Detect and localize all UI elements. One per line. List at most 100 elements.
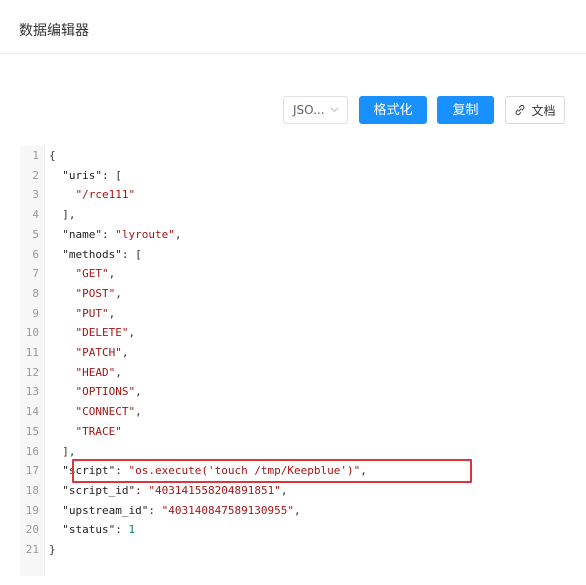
code-line: 7 "GET", [20,264,580,284]
docs-button-label: 文档 [531,104,556,118]
code-line: 5 "name": "lyroute", [20,225,580,245]
json-code-editor[interactable]: 1{2 "uris": [3 "/rce111" 4 ], 5 "name": "l… [20,146,580,576]
json-punct [49,425,76,438]
json-string: "PUT" [75,306,109,320]
code-text: ], [49,442,76,462]
json-punct [49,346,76,359]
code-line: 3 "/rce111" [20,185,580,205]
json-punct [49,484,62,497]
json-string: "DELETE" [75,326,129,340]
json-punct [49,228,62,241]
json-string: "PATCH" [75,346,122,359]
json-punct: , [115,286,122,300]
json-punct: , [294,503,301,517]
json-punct: { [49,149,56,162]
code-text: "upstream_id": "403140847589130955", [49,501,301,521]
line-number: 14 [25,405,39,419]
code-line: 17 "script": "os.execute('touch /tmp/Kee… [20,461,580,481]
format-select[interactable]: JSO... [283,96,348,124]
code-text: "script": "os.execute('touch /tmp/Keepbl… [49,461,367,481]
line-number: 3 [32,188,39,202]
line-number: 7 [32,267,39,281]
json-key: "script" [62,464,116,478]
code-line: 11 "PATCH", [20,343,580,363]
json-punct [49,523,62,536]
code-line: 20 "status": 1 [20,520,580,540]
json-punct: : [ [121,247,142,261]
json-punct [49,188,76,201]
copy-button[interactable]: 复制 [437,96,494,124]
code-text: "TRACE" [49,422,122,442]
json-string: "HEAD" [75,365,116,379]
json-key: "name" [62,227,102,241]
json-punct [49,464,62,477]
code-line: 9 "PUT", [20,304,580,324]
code-text: "PATCH", [49,343,129,363]
json-punct [49,504,62,517]
json-punct: : [115,523,129,537]
line-number: 21 [25,543,39,556]
json-punct [49,169,62,182]
json-string: "lyroute" [115,227,175,241]
code-line: 8 "POST", [20,284,580,304]
json-punct: : [102,227,116,241]
code-line: 4 ], [20,205,580,225]
json-punct: : [135,483,149,497]
code-line: 15 "TRACE" [20,422,580,442]
json-punct: , [128,326,136,340]
code-text: { [49,146,56,166]
json-punct: , [121,346,129,359]
json-number: 1 [128,523,136,537]
json-punct [49,326,76,339]
json-punct: } [49,543,56,556]
json-string: "GET" [75,267,109,281]
json-punct: , [280,483,288,497]
line-number: 13 [25,385,39,399]
code-text: "POST", [49,284,122,304]
docs-button[interactable]: 文档 [505,96,565,124]
json-punct: ], [49,208,76,222]
json-punct [49,248,62,261]
chevron-down-icon [330,107,339,113]
code-text: "name": "lyroute", [49,225,181,245]
json-punct [49,267,76,280]
code-text: "script_id": "403141558204891851", [49,481,287,501]
json-string: "403140847589130955" [161,503,295,517]
json-punct: , [108,306,116,320]
code-line: 13 "OPTIONS", [20,382,580,402]
json-punct: , [174,227,182,241]
editor-toolbar: JSO... 格式化 复制 文档 [0,96,586,124]
line-number: 1 [32,149,39,162]
json-punct: : [ [102,168,122,182]
json-punct: : [115,464,129,478]
json-punct [49,405,76,418]
code-line: 21} [20,540,580,560]
json-string: "POST" [75,286,116,300]
link-icon [516,104,525,116]
json-string: "CONNECT" [75,405,136,419]
json-punct: ], [49,444,76,458]
code-text: ], [49,205,76,225]
line-number: 18 [25,483,39,497]
format-button[interactable]: 格式化 [359,96,427,124]
line-number: 9 [32,306,39,320]
json-punct: : [148,503,162,517]
json-string: "OPTIONS" [75,385,136,399]
json-punct [49,287,76,300]
json-key: "methods" [62,247,122,261]
code-line: 10 "DELETE", [20,323,580,343]
page-header: 数据编辑器 [0,0,586,54]
json-punct: , [108,267,116,281]
line-number: 4 [32,208,39,222]
code-text: "GET", [49,264,116,284]
code-line: 12 "HEAD", [20,363,580,383]
json-key: "status" [62,523,116,537]
line-number: 17 [25,464,39,478]
code-text: "OPTIONS", [49,382,142,402]
code-text: "status": 1 [49,520,135,540]
json-punct [49,366,76,379]
json-punct [49,307,76,320]
line-number: 6 [32,247,39,261]
line-number: 16 [25,444,39,458]
line-number: 12 [25,365,39,379]
